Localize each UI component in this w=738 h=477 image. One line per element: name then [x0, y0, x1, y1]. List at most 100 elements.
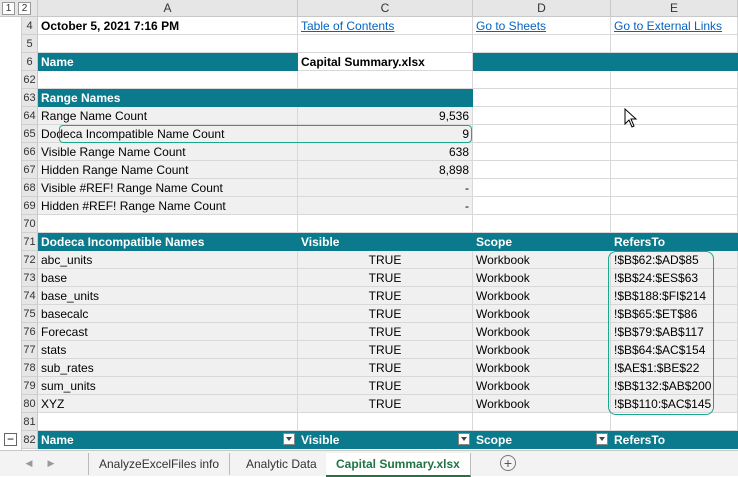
cell-e-67 — [611, 161, 738, 179]
row-header[interactable]: 5 — [22, 35, 38, 53]
row-header[interactable]: 64 — [22, 107, 38, 125]
sheet-tabs: AnalyzeExcelFiles info Analytic Data Cap… — [88, 453, 508, 477]
filter-dropdown-icon[interactable] — [283, 433, 295, 445]
cell-d-4[interactable]: Go to Sheets — [473, 17, 611, 35]
cell-d-78: Workbook — [473, 359, 611, 377]
row-header[interactable]: 6 — [22, 53, 38, 71]
cell-c-74: TRUE — [298, 287, 473, 305]
tab-capital-summary[interactable]: Capital Summary.xlsx — [326, 453, 471, 477]
column-header-d[interactable]: D — [473, 0, 611, 17]
outline-gutter — [0, 17, 22, 450]
cell-a-81 — [38, 413, 298, 431]
row-header[interactable]: 74 — [22, 287, 38, 305]
cell-e-69 — [611, 197, 738, 215]
add-sheet-button[interactable]: + — [500, 455, 516, 471]
cell-c-82: Visible — [298, 431, 473, 449]
cell-e-4[interactable]: Go to External Links — [611, 17, 738, 35]
cell-a-74: base_units — [38, 287, 298, 305]
cell-a-63: Range Names — [38, 89, 298, 107]
row-header[interactable]: 80 — [22, 395, 38, 413]
tab-analytic-data[interactable]: Analytic Data — [236, 453, 328, 475]
row-header[interactable]: 78 — [22, 359, 38, 377]
tab-nav-next-button[interactable]: ▶ — [44, 455, 58, 471]
tab-analyzeexcelfiles-info[interactable]: AnalyzeExcelFiles info — [88, 453, 231, 475]
row-header[interactable]: 77 — [22, 341, 38, 359]
cell-c-73: TRUE — [298, 269, 473, 287]
cell-d-76: Workbook — [473, 323, 611, 341]
row-header[interactable]: 72 — [22, 251, 38, 269]
cell-c-66: 638 — [298, 143, 473, 161]
cell-c-70 — [298, 215, 473, 233]
row-header[interactable]: 65 — [22, 125, 38, 143]
cell-d-5 — [473, 35, 611, 53]
cell-c-72: TRUE — [298, 251, 473, 269]
row-header[interactable]: 75 — [22, 305, 38, 323]
row-header[interactable]: 67 — [22, 161, 38, 179]
cell-a-79: sum_units — [38, 377, 298, 395]
row-header[interactable]: 81 — [22, 413, 38, 431]
cell-d-67 — [473, 161, 611, 179]
row-header[interactable]: 76 — [22, 323, 38, 341]
cell-a-82: Name — [38, 431, 298, 449]
row-header[interactable]: 63 — [22, 89, 38, 107]
cell-d-71: Scope — [473, 233, 611, 251]
cell-a-72: abc_units — [38, 251, 298, 269]
row-header[interactable]: 73 — [22, 269, 38, 287]
cell-a-78: sub_rates — [38, 359, 298, 377]
row-header[interactable]: 66 — [22, 143, 38, 161]
cell-c-75: TRUE — [298, 305, 473, 323]
row-header[interactable]: 79 — [22, 377, 38, 395]
cell-a-4: October 5, 2021 7:16 PM — [38, 17, 298, 35]
cell-d-68 — [473, 179, 611, 197]
cell-d-74: Workbook — [473, 287, 611, 305]
column-header-c[interactable]: C — [298, 0, 473, 17]
cell-d-66 — [473, 143, 611, 161]
cell-d-63 — [473, 89, 611, 107]
column-header-a[interactable]: A — [38, 0, 298, 17]
highlight-box-refersto — [608, 251, 714, 415]
cell-e-6 — [611, 53, 738, 71]
row-header[interactable]: 62 — [22, 71, 38, 89]
outline-collapse-button[interactable]: − — [4, 433, 17, 446]
row-header[interactable]: 69 — [22, 197, 38, 215]
cell-c-67: 8,898 — [298, 161, 473, 179]
sheet-tab-bar: ◀ ▶ AnalyzeExcelFiles info Analytic Data… — [0, 450, 738, 477]
cell-e-63 — [611, 89, 738, 107]
outline-level-1-button[interactable]: 1 — [2, 2, 15, 15]
filter-dropdown-icon[interactable] — [458, 433, 470, 445]
cell-c-6: Capital Summary.xlsx — [298, 53, 473, 71]
cell-c-68: - — [298, 179, 473, 197]
header-label: Name — [41, 433, 74, 447]
cell-c-77: TRUE — [298, 341, 473, 359]
cell-c-4[interactable]: Table of Contents — [298, 17, 473, 35]
filter-dropdown-icon[interactable] — [596, 433, 608, 445]
cell-d-6 — [473, 53, 611, 71]
row-header[interactable]: 4 — [22, 17, 38, 35]
row-header[interactable]: 71 — [22, 233, 38, 251]
cell-e-71: RefersTo — [611, 233, 738, 251]
header-label: Scope — [476, 433, 513, 447]
cell-c-69: - — [298, 197, 473, 215]
cell-e-5 — [611, 35, 738, 53]
cell-c-76: TRUE — [298, 323, 473, 341]
cell-c-79: TRUE — [298, 377, 473, 395]
cell-d-69 — [473, 197, 611, 215]
cell-c-5 — [298, 35, 473, 53]
cell-c-81 — [298, 413, 473, 431]
cell-a-75: basecalc — [38, 305, 298, 323]
cell-d-82: Scope — [473, 431, 611, 449]
cell-d-77: Workbook — [473, 341, 611, 359]
row-header[interactable]: 68 — [22, 179, 38, 197]
row-header[interactable]: 82 — [22, 431, 38, 449]
header-label: RefersTo — [614, 433, 666, 447]
cell-a-68: Visible #REF! Range Name Count — [38, 179, 298, 197]
cell-c-64: 9,536 — [298, 107, 473, 125]
cell-c-80: TRUE — [298, 395, 473, 413]
cell-d-81 — [473, 413, 611, 431]
outline-level-2-button[interactable]: 2 — [18, 2, 31, 15]
column-header-e[interactable]: E — [611, 0, 738, 17]
cell-c-71: Visible — [298, 233, 473, 251]
tab-nav-prev-button[interactable]: ◀ — [22, 455, 36, 471]
cell-e-68 — [611, 179, 738, 197]
row-header[interactable]: 70 — [22, 215, 38, 233]
